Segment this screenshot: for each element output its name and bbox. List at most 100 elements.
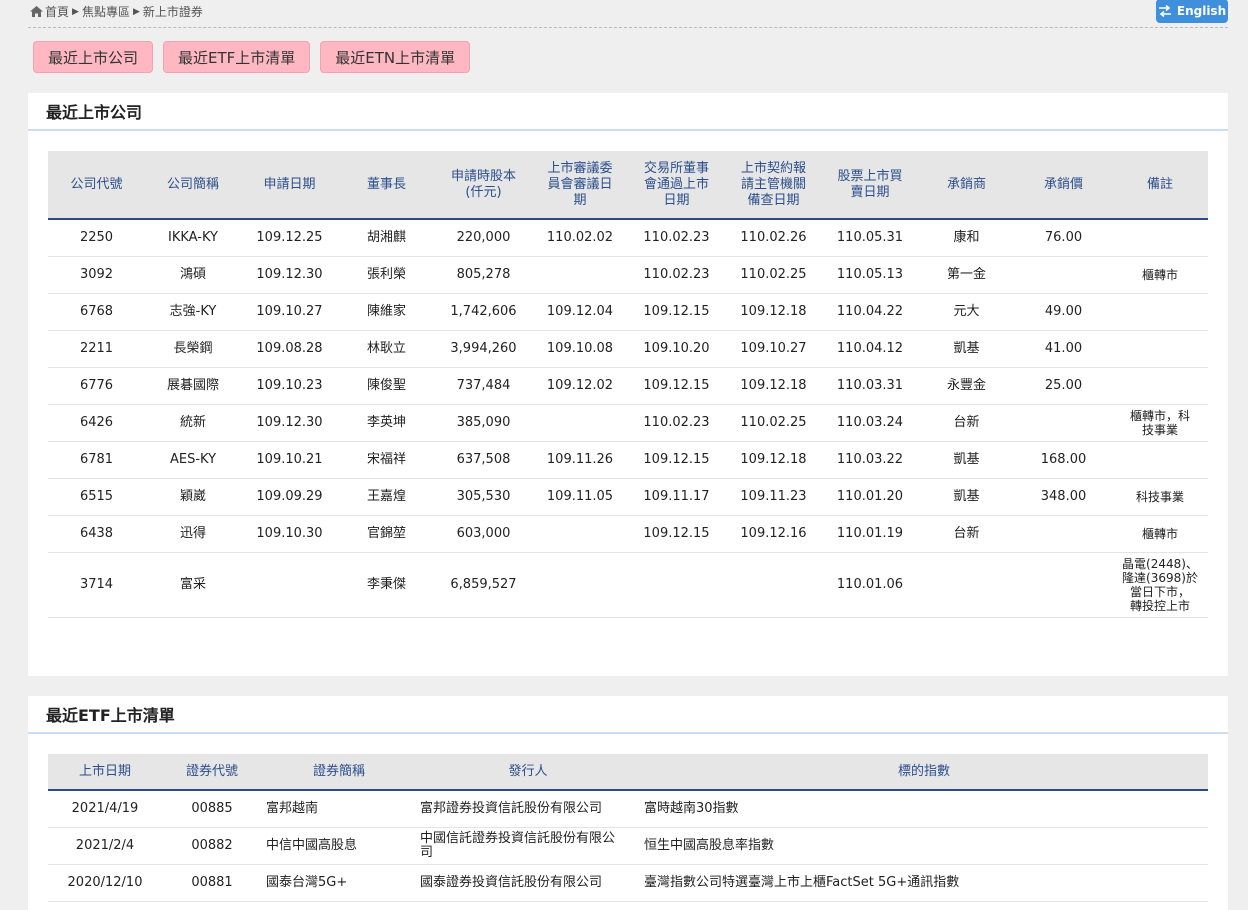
- recent-etf-title: 最近ETF上市清單: [28, 696, 1228, 734]
- section-tabs: 最近上市公司 最近ETF上市清單 最近ETN上市清單: [33, 41, 471, 73]
- table-row: 6776 展碁國際 109.10.23 陳俊聖 737,484 109.12.02 109.…: [48, 367, 1208, 405]
- table-cell: 1,742,606: [435, 293, 532, 331]
- table-cell: 109.09.29: [241, 478, 338, 516]
- table-cell: [1112, 441, 1208, 479]
- table-cell: 76.00: [1015, 219, 1112, 257]
- table-cell: 109.12.15: [628, 441, 725, 479]
- table-row: 2250 IKKA-KY 109.12.25 胡湘麒 220,000 110.02.02 1…: [48, 219, 1208, 257]
- breadcrumb-separator-icon: ▶: [72, 6, 79, 17]
- table-cell: 109.12.30: [241, 404, 338, 442]
- column-header: 發行人: [416, 754, 640, 791]
- table-cell: 603,000: [435, 515, 532, 553]
- table-cell: 陳俊聖: [338, 367, 435, 405]
- table-cell: 305,530: [435, 478, 532, 516]
- table-cell: 109.12.15: [628, 293, 725, 331]
- table-cell: [1112, 219, 1208, 257]
- table-cell: [532, 256, 628, 294]
- table-cell: 348.00: [1015, 478, 1112, 516]
- table-cell: [725, 552, 822, 618]
- recent-etf-table: 上市日期 證券代號 證券簡稱 發行人 標的指數 2021/4/19 00885 富邦越南 富邦…: [48, 754, 1208, 902]
- table-cell: 110.05.31: [822, 219, 918, 257]
- table-cell: 49.00: [1015, 293, 1112, 331]
- table-cell: 科技事業: [1112, 478, 1208, 516]
- column-header: 公司簡稱: [145, 151, 241, 220]
- table-cell: 110.01.19: [822, 515, 918, 553]
- column-header: 上市審議委 員會審議日期: [532, 151, 628, 220]
- table-cell: 109.11.26: [532, 441, 628, 479]
- column-header: 董事長: [338, 151, 435, 220]
- table-cell: 凱基: [918, 478, 1015, 516]
- table-cell: 2211: [48, 330, 145, 368]
- table-cell: 00882: [162, 827, 262, 865]
- table-cell: 805,278: [435, 256, 532, 294]
- table-cell: 2250: [48, 219, 145, 257]
- table-row: 6426 統新 109.12.30 李英坤 385,090 110.02.23 110.02…: [48, 404, 1208, 442]
- table-cell: 富邦證券投資信託股份有限公司: [416, 790, 640, 828]
- tab-recent-etf[interactable]: 最近ETF上市清單: [163, 41, 311, 73]
- table-row: 3092 鴻碩 109.12.30 張利榮 805,278 110.02.23 110.02…: [48, 256, 1208, 294]
- table-row: 6768 志強-KY 109.10.27 陳維家 1,742,606 109.12.04 1…: [48, 293, 1208, 331]
- table-row: 2021/4/19 00885 富邦越南 富邦證券投資信託股份有限公司 富時越南30指數: [48, 790, 1208, 828]
- column-header: 承銷商: [918, 151, 1015, 220]
- table-cell: 永豐金: [918, 367, 1015, 405]
- table-cell: 109.10.23: [241, 367, 338, 405]
- table-cell: 109.10.20: [628, 330, 725, 368]
- table-cell: 6426: [48, 404, 145, 442]
- column-header: 標的指數: [640, 754, 1208, 791]
- home-icon: [30, 6, 43, 17]
- table-cell: 109.10.08: [532, 330, 628, 368]
- table-cell: [1112, 330, 1208, 368]
- table-cell: 志強-KY: [145, 293, 241, 331]
- table-cell: 109.10.27: [725, 330, 822, 368]
- breadcrumb-home[interactable]: 首頁: [45, 3, 69, 20]
- table-cell: 台新: [918, 404, 1015, 442]
- table-cell: [1112, 293, 1208, 331]
- table-cell: 王嘉煌: [338, 478, 435, 516]
- table-cell: 109.10.21: [241, 441, 338, 479]
- table-cell: [1015, 256, 1112, 294]
- column-header: 申請日期: [241, 151, 338, 220]
- recent-listed-title: 最近上市公司: [28, 93, 1228, 131]
- table-cell: 6438: [48, 515, 145, 553]
- column-header: 備註: [1112, 151, 1208, 220]
- table-cell: 凱基: [918, 441, 1015, 479]
- top-bar: 首頁 ▶ 焦點專區 ▶ 新上市證券 English: [28, 0, 1228, 28]
- table-cell: 台新: [918, 515, 1015, 553]
- table-cell: 林耿立: [338, 330, 435, 368]
- table-cell: 110.02.25: [725, 404, 822, 442]
- table-cell: 385,090: [435, 404, 532, 442]
- swap-icon: [1158, 5, 1171, 17]
- table-cell: 109.12.18: [725, 367, 822, 405]
- table-cell: 109.11.17: [628, 478, 725, 516]
- table-cell: 6776: [48, 367, 145, 405]
- table-cell: 櫃轉市，科 技事業: [1112, 404, 1208, 442]
- table-cell: 統新: [145, 404, 241, 442]
- table-cell: 6515: [48, 478, 145, 516]
- column-header: 公司代號: [48, 151, 145, 220]
- table-cell: 6768: [48, 293, 145, 331]
- table-cell: 00885: [162, 790, 262, 828]
- column-header: 證券代號: [162, 754, 262, 791]
- tab-recent-listed[interactable]: 最近上市公司: [33, 41, 154, 73]
- column-header: 上市契約報 請主管機關 備查日期: [725, 151, 822, 220]
- table-cell: 109.11.23: [725, 478, 822, 516]
- breadcrumb-focus[interactable]: 焦點專區: [82, 3, 130, 20]
- table-cell: 晶電(2448)、 隆達(3698)於 當日下市， 轉投控上市: [1112, 552, 1208, 618]
- tab-recent-etn[interactable]: 最近ETN上市清單: [320, 41, 471, 73]
- table-cell: 國泰台灣5G+: [262, 864, 416, 902]
- table-cell: 李秉傑: [338, 552, 435, 618]
- table-cell: 富邦越南: [262, 790, 416, 828]
- english-button[interactable]: English: [1156, 0, 1228, 23]
- table-cell: 110.03.31: [822, 367, 918, 405]
- table-cell: 中國信託證券投資信託股份有限公司: [416, 827, 640, 865]
- table-cell: 胡湘麒: [338, 219, 435, 257]
- table-cell: 109.11.05: [532, 478, 628, 516]
- table-cell: 109.12.16: [725, 515, 822, 553]
- table-cell: 109.12.15: [628, 515, 725, 553]
- table-row: 2211 長榮鋼 109.08.28 林耿立 3,994,260 109.10.08 109…: [48, 330, 1208, 368]
- table-cell: 109.12.18: [725, 441, 822, 479]
- table-cell: 109.10.30: [241, 515, 338, 553]
- table-cell: 陳維家: [338, 293, 435, 331]
- table-cell: 110.03.24: [822, 404, 918, 442]
- table-cell: 110.02.26: [725, 219, 822, 257]
